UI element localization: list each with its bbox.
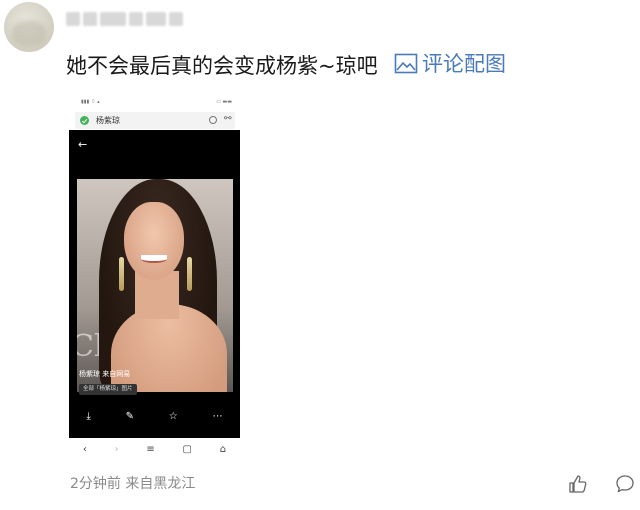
thumbs-up-icon[interactable]	[568, 474, 588, 494]
shield-icon	[80, 116, 89, 125]
share-icon: ⚯	[224, 114, 232, 124]
circle-icon	[209, 116, 217, 124]
photo-caption: 杨紫琼 来自网易	[79, 370, 131, 378]
speech-bubble-icon[interactable]	[615, 474, 635, 494]
comment-text: 她不会最后真的会变成杨紫~琼吧	[66, 54, 378, 78]
search-bar: 杨紫琼 ⚯	[75, 112, 235, 129]
status-bar: ▮▮▮ ⌔ ▴ ▭ ▬▬	[81, 99, 232, 105]
tabs-icon: ▢	[182, 443, 192, 455]
nav-back-icon: ‹	[82, 443, 87, 455]
edit-icon: ✎	[125, 410, 134, 422]
home-icon: ⌂	[219, 443, 227, 455]
nav-forward-icon: ›	[114, 443, 119, 455]
avatar[interactable]	[4, 2, 54, 52]
back-arrow-icon: ←	[78, 138, 88, 151]
browser-nav-bar: ‹ › ≡ ▢ ⌂	[69, 438, 240, 460]
all-images-chip: 全部「杨紫琼」图片	[79, 384, 137, 395]
search-query: 杨紫琼	[96, 116, 120, 125]
more-icon: ⋯	[212, 410, 223, 422]
menu-icon: ≡	[146, 443, 155, 455]
comment-image[interactable]: ▮▮▮ ⌔ ▴▭ ▬▬ 杨紫琼 ⚯ ← Cl 杨紫琼 来自网易 全部「杨紫琼」图…	[69, 93, 240, 460]
comment-image-link[interactable]: 评论配图	[394, 50, 506, 78]
comment-image-link-label: 评论配图	[422, 52, 506, 76]
portrait-photo: Cl	[77, 179, 233, 392]
username-blurred[interactable]	[66, 8, 198, 30]
viewer-toolbar: ⤓ ✎ ☆ ⋯	[69, 406, 240, 426]
star-icon: ☆	[168, 410, 178, 422]
download-icon: ⤓	[86, 410, 91, 422]
image-icon	[394, 53, 418, 74]
image-viewer: ← Cl 杨紫琼 来自网易 全部「杨紫琼」图片 ⤓ ✎ ☆ ⋯	[69, 130, 240, 438]
comment-meta: 2分钟前 来自黑龙江	[70, 476, 196, 492]
